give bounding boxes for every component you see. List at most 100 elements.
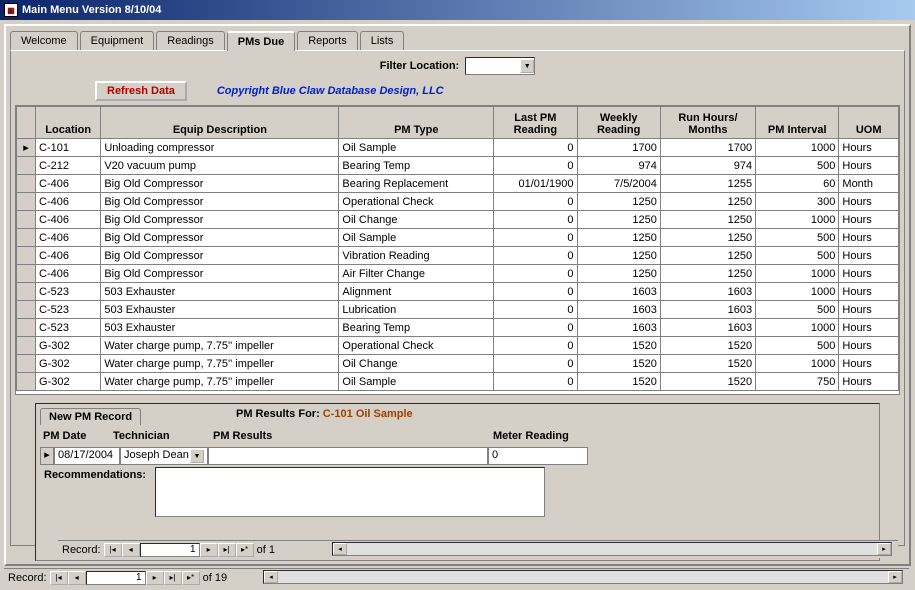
table-row[interactable]: C-406Big Old CompressorAir Filter Change… [17,265,899,283]
table-row[interactable]: G-302Water charge pump, 7.75'' impellerO… [17,337,899,355]
tab-pms-due[interactable]: PMs Due [227,31,295,51]
table-row[interactable]: C-523503 ExhausterLubrication01603160350… [17,301,899,319]
row-selector[interactable] [17,373,36,391]
cell-uom[interactable]: Hours [839,193,899,211]
cell-uom[interactable]: Hours [839,211,899,229]
cell-last[interactable]: 0 [494,337,577,355]
column-header[interactable]: Location [36,107,101,139]
cell-interval[interactable]: 500 [756,301,839,319]
row-selector[interactable] [17,157,36,175]
table-row[interactable]: C-212V20 vacuum pumpBearing Temp09749745… [17,157,899,175]
nav-position-input[interactable] [140,543,200,557]
cell-pmtype[interactable]: Vibration Reading [339,247,494,265]
pm-results-field[interactable] [208,447,488,465]
horizontal-scrollbar[interactable]: ◂ ▸ [263,570,903,584]
cell-pmtype[interactable]: Oil Change [339,355,494,373]
cell-interval[interactable]: 1000 [756,139,839,157]
cell-desc[interactable]: 503 Exhauster [101,283,339,301]
cell-desc[interactable]: V20 vacuum pump [101,157,339,175]
cell-pmtype[interactable]: Lubrication [339,301,494,319]
scroll-right-icon[interactable]: ▸ [888,571,902,583]
cell-interval[interactable]: 500 [756,247,839,265]
new-pm-record-tab[interactable]: New PM Record [40,408,141,425]
cell-pmtype[interactable]: Oil Sample [339,139,494,157]
cell-loc[interactable]: C-406 [36,247,101,265]
cell-interval[interactable]: 1000 [756,283,839,301]
cell-desc[interactable]: Big Old Compressor [101,193,339,211]
cell-last[interactable]: 0 [494,319,577,337]
cell-pmtype[interactable]: Oil Sample [339,373,494,391]
row-selector[interactable] [17,337,36,355]
column-header[interactable]: Run Hours/ Months [660,107,755,139]
cell-desc[interactable]: 503 Exhauster [101,319,339,337]
nav-last-button[interactable]: ▸| [164,571,182,585]
cell-loc[interactable]: C-523 [36,301,101,319]
cell-last[interactable]: 0 [494,355,577,373]
table-row[interactable]: C-406Big Old CompressorOperational Check… [17,193,899,211]
refresh-data-button[interactable]: Refresh Data [95,81,187,101]
cell-loc[interactable]: C-406 [36,265,101,283]
cell-run[interactable]: 1603 [660,319,755,337]
cell-interval[interactable]: 1000 [756,211,839,229]
nav-new-button[interactable]: ▸* [236,543,254,557]
cell-weekly[interactable]: 1520 [577,337,660,355]
cell-uom[interactable]: Hours [839,157,899,175]
nav-next-button[interactable]: ▸ [200,543,218,557]
scroll-left-icon[interactable]: ◂ [264,571,278,583]
nav-last-button[interactable]: ▸| [218,543,236,557]
cell-pmtype[interactable]: Oil Change [339,211,494,229]
cell-weekly[interactable]: 1520 [577,373,660,391]
cell-loc[interactable]: C-406 [36,229,101,247]
cell-uom[interactable]: Hours [839,301,899,319]
cell-uom[interactable]: Hours [839,337,899,355]
cell-uom[interactable]: Month [839,175,899,193]
cell-last[interactable]: 0 [494,247,577,265]
tab-equipment[interactable]: Equipment [80,31,155,51]
cell-last[interactable]: 0 [494,139,577,157]
cell-weekly[interactable]: 1250 [577,247,660,265]
cell-uom[interactable]: Hours [839,319,899,337]
table-row[interactable]: C-406Big Old CompressorVibration Reading… [17,247,899,265]
meter-reading-field[interactable]: 0 [488,447,588,465]
row-selector[interactable] [17,319,36,337]
row-selector[interactable]: ▸ [17,139,36,157]
cell-pmtype[interactable]: Bearing Temp [339,157,494,175]
cell-last[interactable]: 01/01/1900 [494,175,577,193]
nav-next-button[interactable]: ▸ [146,571,164,585]
table-row[interactable]: C-523503 ExhausterBearing Temp0160316031… [17,319,899,337]
cell-loc[interactable]: G-302 [36,337,101,355]
pms-due-grid[interactable]: LocationEquip DescriptionPM TypeLast PM … [15,105,900,395]
cell-run[interactable]: 1520 [660,373,755,391]
cell-interval[interactable]: 1000 [756,319,839,337]
filter-location-combo[interactable]: ▼ [465,57,535,75]
cell-interval[interactable]: 500 [756,157,839,175]
cell-desc[interactable]: Big Old Compressor [101,247,339,265]
pm-date-field[interactable]: 08/17/2004 [54,447,120,465]
cell-weekly[interactable]: 1520 [577,355,660,373]
cell-loc[interactable]: C-523 [36,283,101,301]
row-selector[interactable] [17,355,36,373]
cell-loc[interactable]: C-406 [36,175,101,193]
nav-prev-button[interactable]: ◂ [122,543,140,557]
cell-desc[interactable]: Water charge pump, 7.75'' impeller [101,355,339,373]
cell-last[interactable]: 0 [494,265,577,283]
column-header[interactable]: UOM [839,107,899,139]
table-row[interactable]: G-302Water charge pump, 7.75'' impellerO… [17,355,899,373]
nav-new-button[interactable]: ▸* [182,571,200,585]
row-selector[interactable] [17,229,36,247]
cell-last[interactable]: 0 [494,283,577,301]
cell-loc[interactable]: G-302 [36,355,101,373]
cell-run[interactable]: 1255 [660,175,755,193]
cell-interval[interactable]: 500 [756,229,839,247]
cell-desc[interactable]: Water charge pump, 7.75'' impeller [101,373,339,391]
cell-loc[interactable]: C-523 [36,319,101,337]
cell-interval[interactable]: 1000 [756,355,839,373]
row-selector[interactable]: ▸ [40,447,54,465]
table-row[interactable]: C-406Big Old CompressorOil Change0125012… [17,211,899,229]
column-header[interactable]: Weekly Reading [577,107,660,139]
cell-last[interactable]: 0 [494,301,577,319]
cell-weekly[interactable]: 1603 [577,283,660,301]
cell-desc[interactable]: 503 Exhauster [101,301,339,319]
cell-desc[interactable]: Water charge pump, 7.75'' impeller [101,337,339,355]
cell-uom[interactable]: Hours [839,229,899,247]
